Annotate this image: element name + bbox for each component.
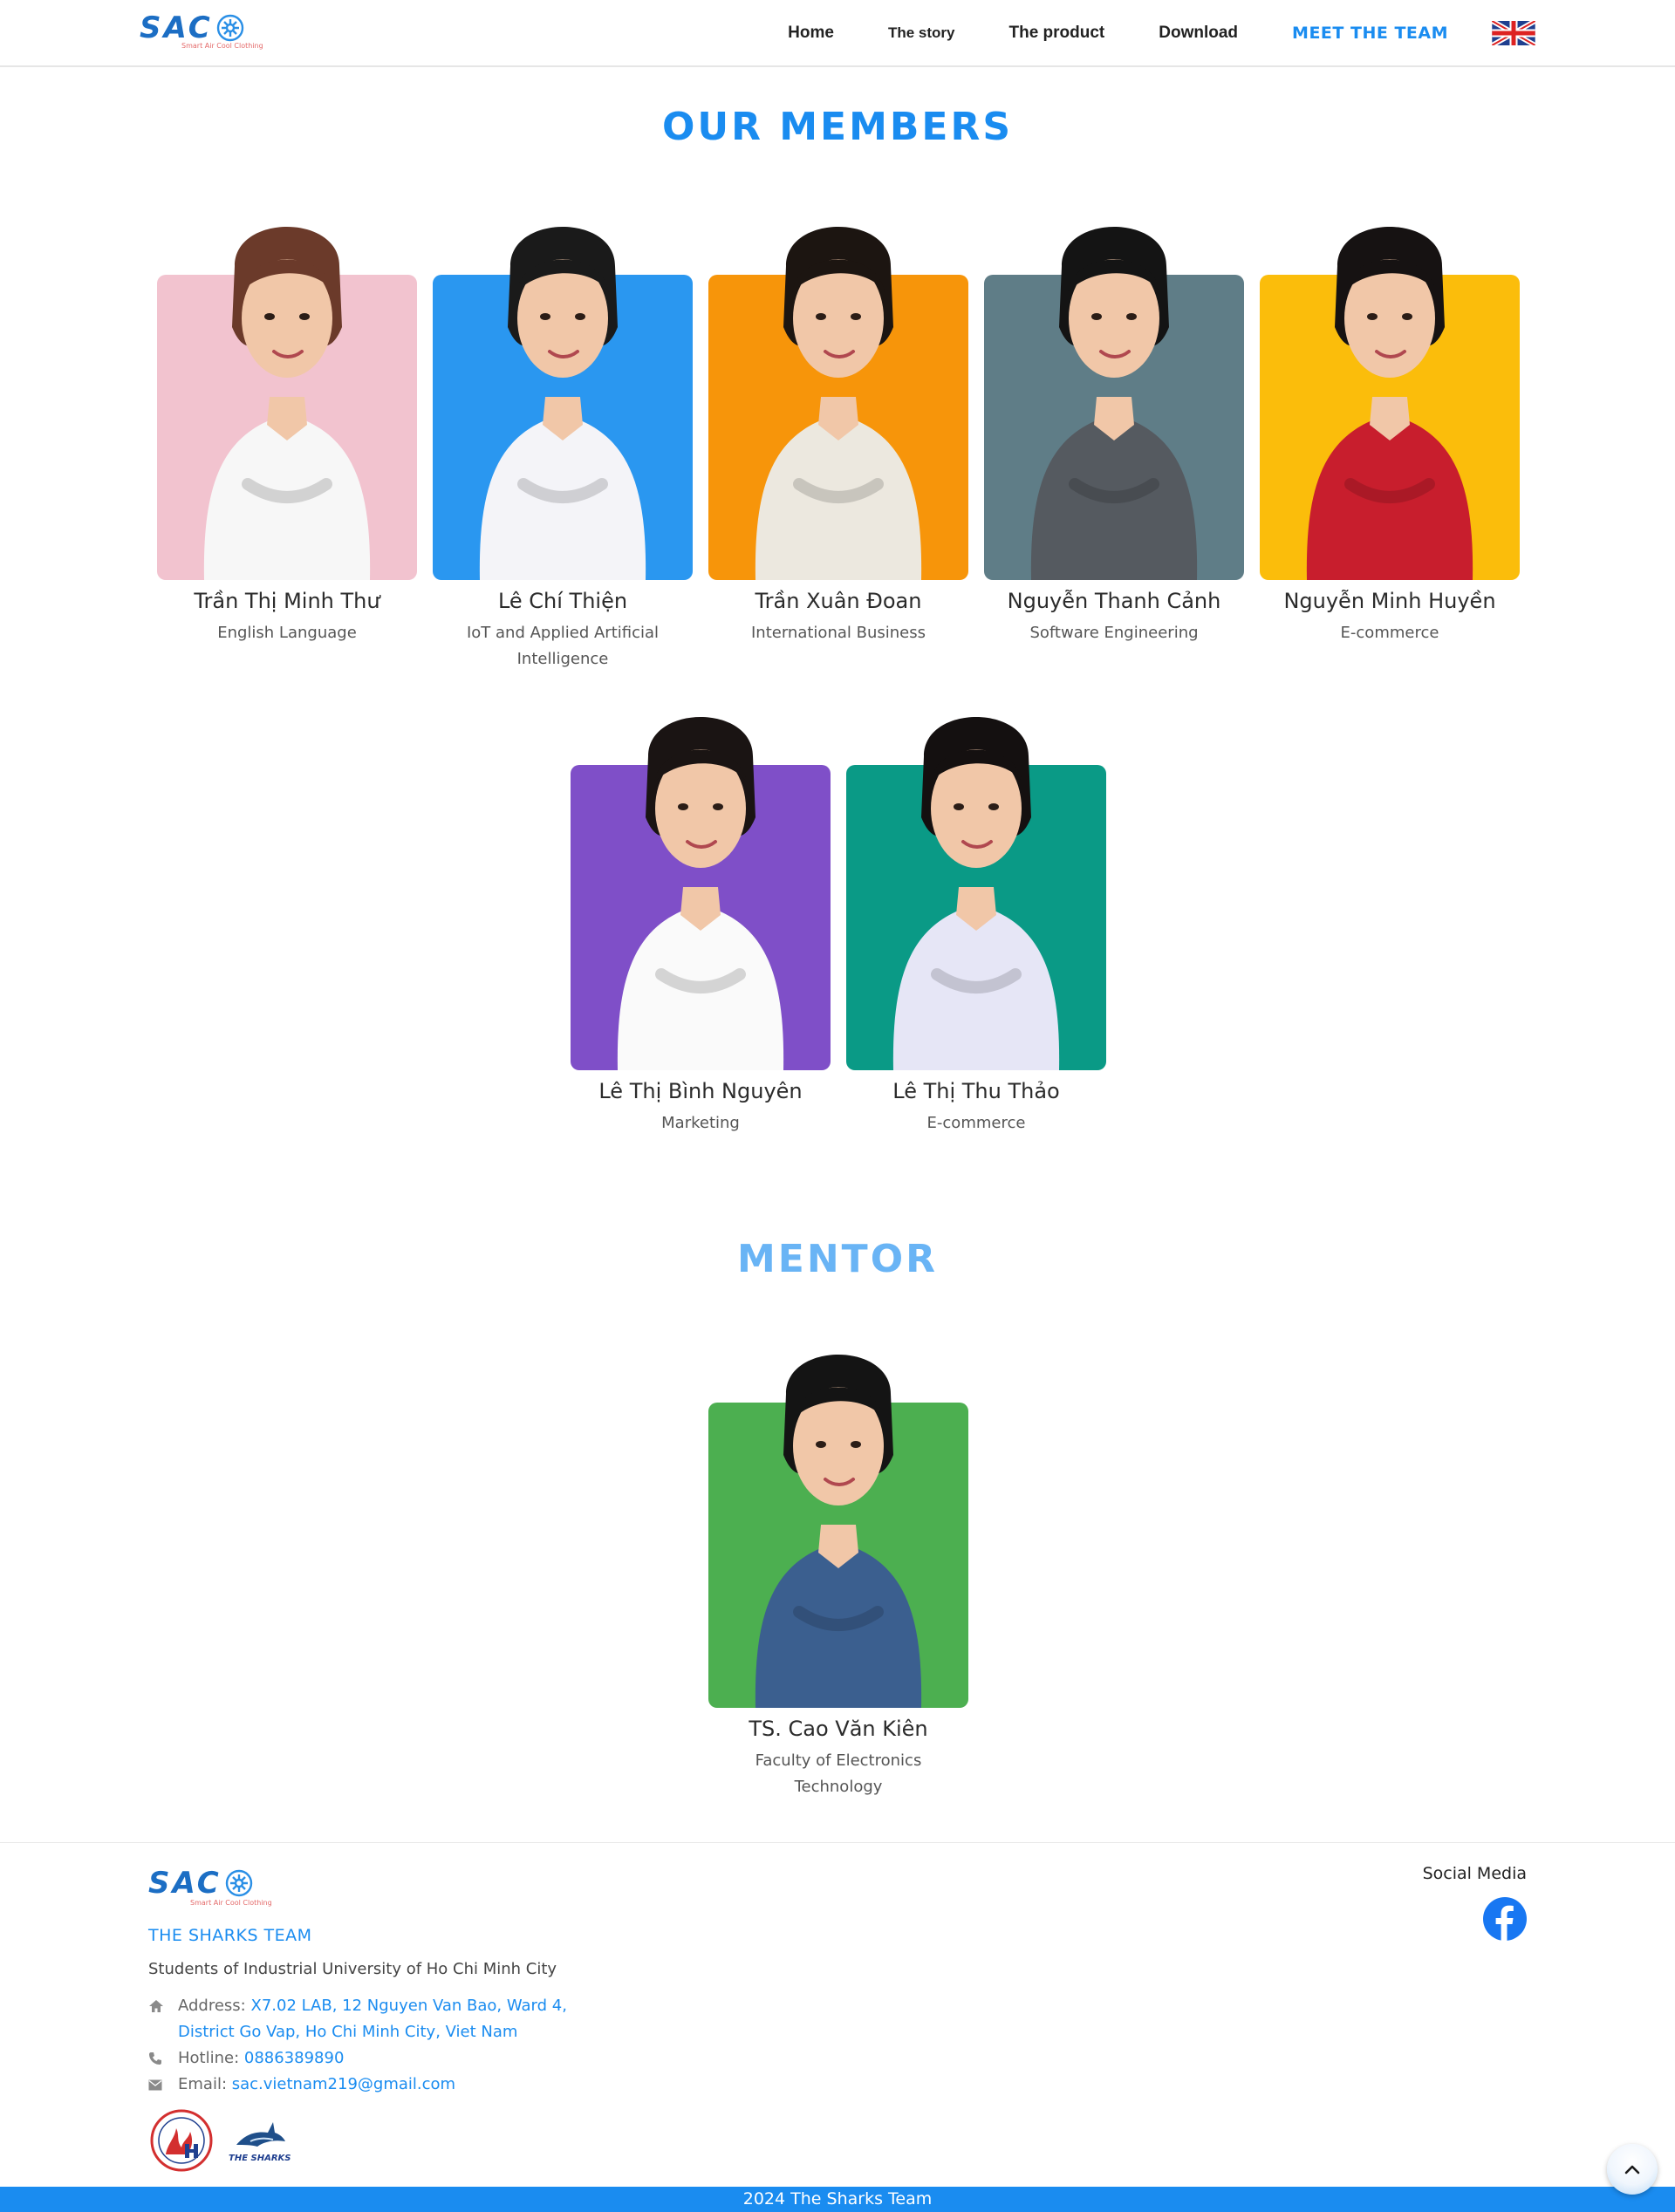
- address-label: Address:: [178, 1997, 246, 2015]
- member-card: Nguyễn Thanh Cảnh Software Engineering: [984, 227, 1244, 646]
- member-name: Trần Thị Minh Thư: [194, 589, 380, 613]
- person-photo-icon: [617, 717, 784, 1070]
- member-card: Trần Xuân Đoan International Business: [708, 227, 968, 646]
- sharks-badge-text: THE SHARKS: [229, 2153, 291, 2163]
- member-photo: [708, 227, 968, 580]
- nav-home[interactable]: Home: [788, 24, 834, 43]
- social-media-title: Social Media: [1422, 1864, 1527, 1883]
- copyright-bar: 2024 The Sharks Team: [0, 2187, 1675, 2212]
- header-logo[interactable]: SAC Smart Air Cool Clothing: [140, 12, 263, 50]
- person-photo-icon: [1030, 227, 1198, 580]
- member-photo: [984, 227, 1244, 580]
- member-name: Nguyễn Minh Huyền: [1283, 589, 1496, 613]
- back-to-top-button[interactable]: [1607, 2144, 1658, 2195]
- member-name: Lê Thị Bình Nguyên: [598, 1079, 803, 1103]
- nav-meet-the-team[interactable]: MEET THE TEAM: [1292, 24, 1448, 43]
- nav-download[interactable]: Download: [1159, 24, 1238, 43]
- member-photo: [433, 227, 693, 580]
- site-header: SAC Smart Air Cool Clothing Home The sto…: [0, 0, 1675, 67]
- logo-tagline: Smart Air Cool Clothing: [190, 1899, 272, 1907]
- facebook-icon[interactable]: [1483, 1897, 1527, 1941]
- member-name: Lê Chí Thiện: [497, 589, 628, 613]
- member-card: Lê Thị Bình Nguyên Marketing: [571, 717, 831, 1137]
- member-card: Trần Thị Minh Thư English Language: [157, 227, 417, 646]
- logo-fan-icon: [216, 14, 243, 42]
- main-nav: Home The story The product Download MEET…: [734, 0, 1535, 65]
- sharks-badge: THE SHARKS: [229, 2119, 291, 2163]
- logo-text: SAC: [140, 10, 213, 45]
- home-icon: [148, 1993, 178, 2019]
- member-photo: [571, 717, 831, 1070]
- chevron-up-icon: [1624, 2165, 1640, 2174]
- member-photo: [157, 227, 417, 580]
- member-name: Trần Xuân Đoan: [755, 589, 922, 613]
- logo-text: SAC: [148, 1866, 222, 1901]
- person-photo-icon: [203, 227, 371, 580]
- phone-icon: [148, 2045, 178, 2072]
- member-photo: [846, 717, 1106, 1070]
- member-photo: [1260, 227, 1520, 580]
- person-photo-icon: [1306, 227, 1473, 580]
- address-row: Address: X7.02 LAB, 12 Nguyen Van Bao, W…: [148, 1993, 602, 2045]
- mentor-title: MENTOR: [737, 1237, 938, 1281]
- member-role: E-commerce: [1340, 624, 1439, 642]
- mentor-photo: [708, 1355, 968, 1708]
- footer-team-name: THE SHARKS TEAM: [148, 1926, 312, 1945]
- members-title: OUR MEMBERS: [661, 105, 1014, 149]
- footer-contact: Address: X7.02 LAB, 12 Nguyen Van Bao, W…: [148, 1993, 602, 2098]
- footer-logo[interactable]: SAC Smart Air Cool Clothing: [148, 1867, 272, 1907]
- hotline-label: Hotline:: [178, 2049, 240, 2067]
- person-photo-icon: [755, 227, 922, 580]
- shark-icon: [236, 2121, 285, 2147]
- site-footer: SAC Smart Air Cool Clothing THE SHARKS T…: [0, 1842, 1675, 2187]
- hotline-value[interactable]: 0886389890: [244, 2049, 345, 2067]
- university-logo-icon: [150, 2109, 213, 2172]
- member-name: Lê Thị Thu Thảo: [892, 1079, 1060, 1103]
- mail-icon: [148, 2072, 178, 2098]
- logo-fan-icon: [225, 1869, 252, 1897]
- member-card: Lê Thị Thu Thảo E-commerce: [846, 717, 1106, 1137]
- member-role: E-commerce: [926, 1114, 1026, 1132]
- member-role: Marketing: [661, 1114, 740, 1132]
- member-name: Nguyễn Thanh Cảnh: [1007, 589, 1221, 613]
- email-value[interactable]: sac.vietnam219@gmail.com: [232, 2075, 455, 2093]
- member-card: Nguyễn Minh Huyền E-commerce: [1260, 227, 1520, 646]
- logo-tagline: Smart Air Cool Clothing: [181, 42, 263, 50]
- member-role: International Business: [751, 624, 926, 642]
- nav-the-product[interactable]: The product: [1008, 24, 1104, 43]
- person-photo-icon: [892, 717, 1060, 1070]
- mentor-role: Faculty of Electronics Technology: [755, 1751, 922, 1796]
- footer-badges: THE SHARKS: [150, 2109, 291, 2172]
- footer-description: Students of Industrial University of Ho …: [148, 1960, 557, 1978]
- member-card: Lê Chí Thiện IoT and Applied Artificial …: [433, 227, 693, 672]
- mentor-card: TS. Cao Văn Kiên Faculty of Electronics …: [708, 1355, 968, 1800]
- person-photo-icon: [755, 1355, 922, 1708]
- member-role: Software Engineering: [1029, 624, 1199, 642]
- hotline-row: Hotline: 0886389890: [148, 2045, 602, 2072]
- email-row: Email: sac.vietnam219@gmail.com: [148, 2072, 602, 2098]
- email-label: Email:: [178, 2075, 228, 2093]
- member-role: IoT and Applied Artificial Intelligence: [466, 624, 660, 668]
- nav-the-story[interactable]: The story: [888, 24, 955, 42]
- member-role: English Language: [217, 624, 357, 642]
- mentor-name: TS. Cao Văn Kiên: [749, 1717, 928, 1741]
- uk-flag-icon[interactable]: [1492, 20, 1535, 45]
- person-photo-icon: [479, 227, 646, 580]
